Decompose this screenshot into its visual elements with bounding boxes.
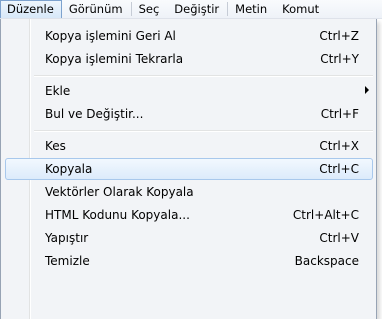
menu-item-copy-html[interactable]: HTML Kodunu Kopyala... Ctrl+Alt+C <box>5 204 373 226</box>
menu-item-paste[interactable]: Yapıştır Ctrl+V <box>5 227 373 249</box>
menu-item-cut[interactable]: Kes Ctrl+X <box>5 135 373 157</box>
menu-item-clear[interactable]: Temizle Backspace <box>5 250 373 272</box>
menu-item-insert[interactable]: Ekle <box>5 80 373 102</box>
menu-item-shortcut: Backspace <box>294 254 359 268</box>
menu-separator <box>34 130 373 132</box>
menu-item-shortcut: Ctrl+C <box>319 162 359 176</box>
menu-item-label: Kopya işlemini Tekrarla <box>45 52 184 66</box>
menu-item-label: Temizle <box>45 254 90 268</box>
menu-separator <box>34 75 373 77</box>
menu-item-label: Vektörler Olarak Kopyala <box>45 185 194 199</box>
menu-item-label: Bul ve Değiştir... <box>45 107 144 121</box>
menu-item-label: Kopya işlemini Geri Al <box>45 29 176 43</box>
menubar-modify[interactable]: Değiştir <box>167 0 227 18</box>
menubar-commands[interactable]: Komut <box>275 0 327 18</box>
menu-item-label: Yapıştır <box>45 231 89 245</box>
menu-item-label: Ekle <box>45 84 71 98</box>
menu-item-shortcut: Ctrl+V <box>319 231 359 245</box>
menu-item-shortcut: Ctrl+Alt+C <box>292 208 359 222</box>
menubar-text[interactable]: Metin <box>228 0 275 18</box>
menubar-edit[interactable]: Düzenle <box>0 0 62 18</box>
menu-item-label: Kopyala <box>45 162 93 176</box>
menu-item-shortcut: Ctrl+X <box>319 139 359 153</box>
menu-item-shortcut: Ctrl+Y <box>320 52 359 66</box>
menu-item-copy[interactable]: Kopyala Ctrl+C <box>5 158 373 180</box>
menu-item-undo[interactable]: Kopya işlemini Geri Al Ctrl+Z <box>5 25 373 47</box>
menubar-view[interactable]: Görünüm <box>62 0 131 18</box>
menu-item-find-replace[interactable]: Bul ve Değiştir... Ctrl+F <box>5 103 373 125</box>
edit-dropdown-menu: Kopya işlemini Geri Al Ctrl+Z Kopya işle… <box>0 19 377 319</box>
menu-item-copy-as-vectors[interactable]: Vektörler Olarak Kopyala <box>5 181 373 203</box>
submenu-arrow-icon <box>365 86 369 94</box>
menu-item-shortcut: Ctrl+Z <box>319 29 359 43</box>
menu-bar: Düzenle Görünüm Seç Değiştir Metin Komut <box>0 0 382 19</box>
menu-item-shortcut: Ctrl+F <box>320 107 359 121</box>
menubar-select[interactable]: Seç <box>132 0 168 18</box>
menu-item-redo[interactable]: Kopya işlemini Tekrarla Ctrl+Y <box>5 48 373 70</box>
menu-item-label: HTML Kodunu Kopyala... <box>45 208 190 222</box>
menu-item-label: Kes <box>45 139 66 153</box>
